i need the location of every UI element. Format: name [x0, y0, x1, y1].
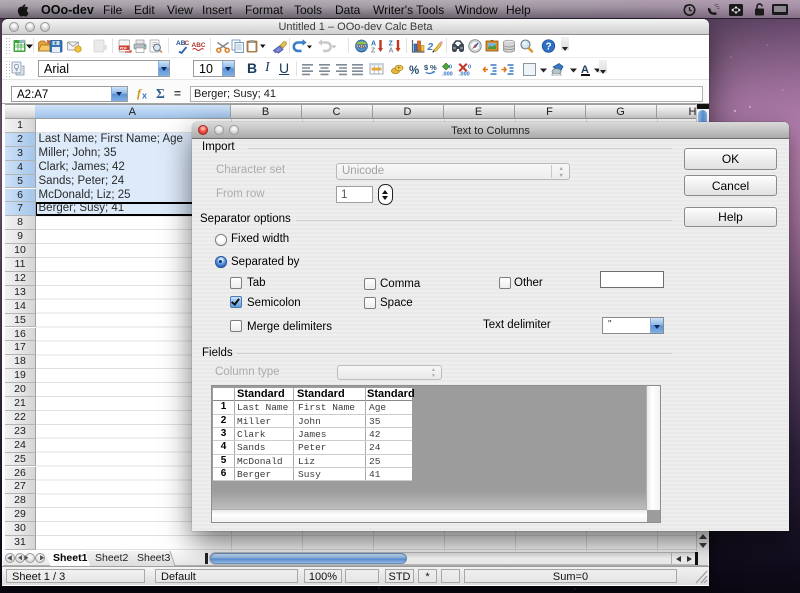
svg-text:ABC: ABC	[192, 42, 206, 49]
svg-text:.000: .000	[459, 72, 470, 77]
svg-text:PDF: PDF	[120, 46, 128, 50]
svg-text:0: 0	[449, 65, 452, 71]
svg-text:=: =	[174, 87, 181, 101]
svg-text:0: 0	[468, 65, 471, 71]
svg-text:x: x	[142, 91, 147, 101]
svg-text:2: 2	[427, 42, 434, 53]
svg-text:.000: .000	[442, 72, 453, 77]
svg-text:C: C	[185, 40, 190, 47]
svg-text:%: %	[430, 63, 437, 72]
svg-text:Z: Z	[389, 41, 394, 48]
svg-text:Z: Z	[371, 48, 376, 55]
svg-text:%: %	[409, 65, 419, 76]
svg-text:A: A	[389, 48, 394, 55]
svg-text:Σ: Σ	[156, 86, 165, 101]
svg-text:A: A	[371, 41, 376, 48]
svg-text:$: $	[424, 63, 429, 72]
svg-text:?: ?	[546, 42, 552, 53]
